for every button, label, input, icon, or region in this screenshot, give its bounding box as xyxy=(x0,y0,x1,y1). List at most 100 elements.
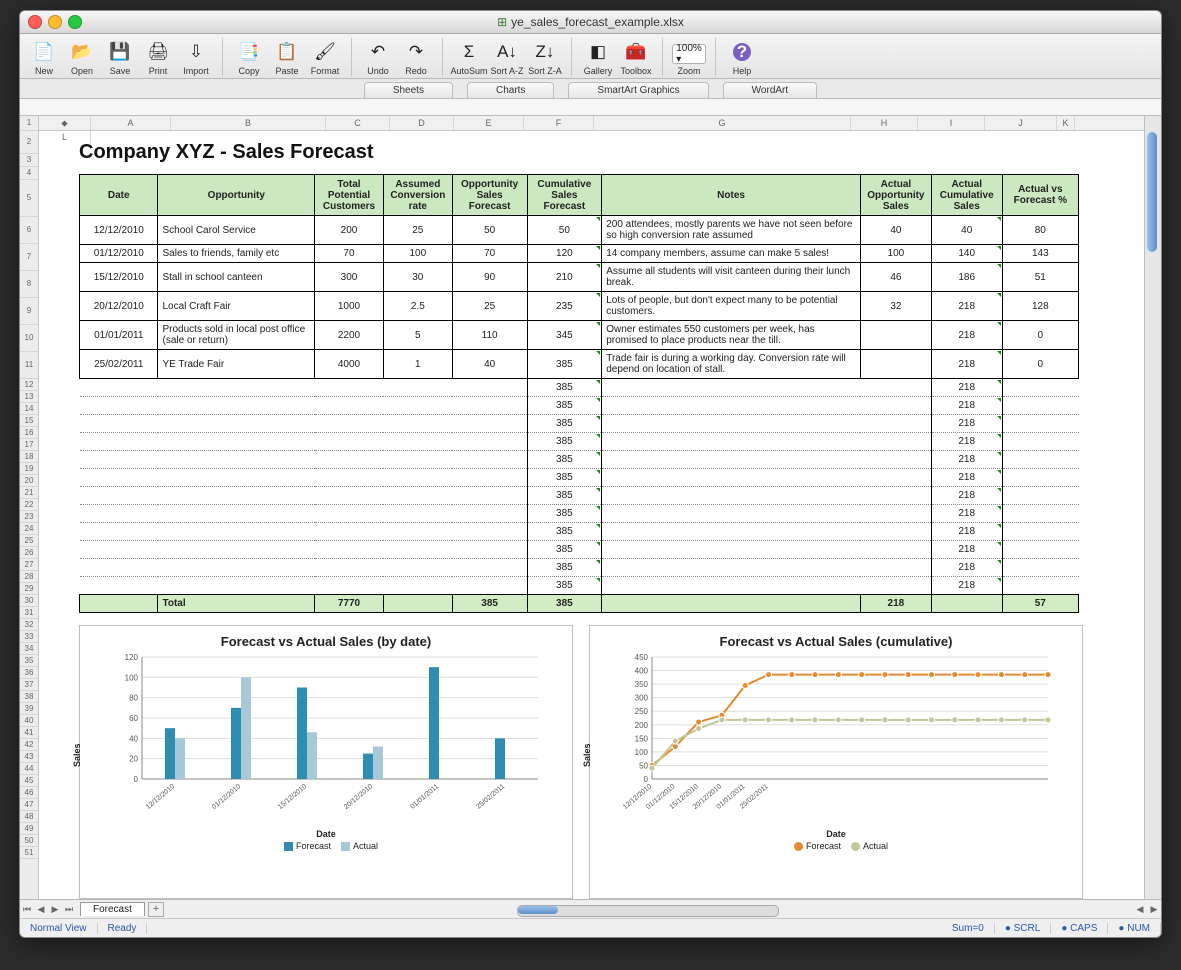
col-total-potential-customers[interactable]: Total Potential Customers xyxy=(315,175,384,216)
svg-text:25/02/2011: 25/02/2011 xyxy=(475,783,506,811)
table-row[interactable]: 385218 xyxy=(80,577,1079,595)
table-row[interactable]: 385218 xyxy=(80,541,1079,559)
col-actual-opportunity-sales[interactable]: Actual Opportunity Sales xyxy=(860,175,931,216)
save-button[interactable]: 💾Save xyxy=(102,39,138,76)
svg-text:20/12/2010: 20/12/2010 xyxy=(343,783,374,811)
tab-nav-last[interactable]: ⏭ xyxy=(62,904,76,915)
chart-forecast-vs-actual-cumulative[interactable]: Forecast vs Actual Sales (cumulative) Sa… xyxy=(589,625,1083,899)
svg-text:100: 100 xyxy=(635,748,649,757)
ribbon-tab-charts[interactable]: Charts xyxy=(467,82,554,98)
table-row[interactable]: 385218 xyxy=(80,487,1079,505)
svg-text:350: 350 xyxy=(635,680,649,689)
status-ready: Ready xyxy=(98,923,148,934)
table-row[interactable]: 12/12/2010School Carol Service2002550502… xyxy=(80,216,1079,245)
autosum-button[interactable]: ΣAutoSum xyxy=(451,39,487,76)
ribbon-tab-wordart[interactable]: WordArt xyxy=(723,82,818,98)
col-assumed-conversion-rate[interactable]: Assumed Conversion rate xyxy=(383,175,452,216)
sort-a-z-button[interactable]: A↓Sort A-Z xyxy=(489,39,525,76)
table-row[interactable]: 385218 xyxy=(80,523,1079,541)
vertical-scrollbar[interactable] xyxy=(1144,116,1161,899)
x-axis-label: Date xyxy=(86,829,566,839)
svg-text:12/12/2010: 12/12/2010 xyxy=(145,783,176,811)
table-row[interactable]: 385218 xyxy=(80,379,1079,397)
table-row[interactable]: 385218 xyxy=(80,415,1079,433)
svg-text:400: 400 xyxy=(635,667,649,676)
status-scrl: ● SCRL xyxy=(995,923,1052,934)
table-row[interactable]: 385218 xyxy=(80,505,1079,523)
view-mode[interactable]: Normal View xyxy=(20,923,98,934)
tab-nav-first[interactable]: ⏮ xyxy=(20,904,34,915)
chart-forecast-vs-actual-by-date[interactable]: Forecast vs Actual Sales (by date) Sales… xyxy=(79,625,573,899)
tab-nav-prev[interactable]: ◀ xyxy=(34,904,48,915)
table-row[interactable]: 20/12/2010Local Craft Fair10002.525235Lo… xyxy=(80,292,1079,321)
column-headers[interactable]: ⬥ABCDEFGHIJKL xyxy=(39,116,1144,131)
table-row[interactable]: 385218 xyxy=(80,559,1079,577)
table-row[interactable]: 385218 xyxy=(80,451,1079,469)
copy-button[interactable]: 📑Copy xyxy=(231,39,267,76)
open-button[interactable]: 📂Open xyxy=(64,39,100,76)
table-row[interactable]: 25/02/2011YE Trade Fair4000140385Trade f… xyxy=(80,350,1079,379)
svg-text:100: 100 xyxy=(125,673,139,682)
chart-legend: ForecastActual xyxy=(596,841,1076,851)
table-row[interactable]: 385218 xyxy=(80,433,1079,451)
format-button[interactable]: 🖌Format xyxy=(307,39,343,76)
col-opportunity-sales-forecast[interactable]: Opportunity Sales Forecast xyxy=(452,175,527,216)
table-row[interactable]: 01/12/2010Sales to friends, family etc70… xyxy=(80,245,1079,263)
table-row[interactable]: 385218 xyxy=(80,469,1079,487)
paste-button[interactable]: 📋Paste xyxy=(269,39,305,76)
forecast-table[interactable]: DateOpportunityTotal Potential Customers… xyxy=(79,174,1079,613)
col-notes[interactable]: Notes xyxy=(602,175,861,216)
gallery-button[interactable]: ◧Gallery xyxy=(580,39,616,76)
svg-text:60: 60 xyxy=(129,714,138,723)
sort-z-a-button[interactable]: Z↓Sort Z-A xyxy=(527,39,563,76)
ribbon-tabs: Sheets Charts SmartArt Graphics WordArt xyxy=(20,79,1161,99)
toolbox-button[interactable]: 🧰Toolbox xyxy=(618,39,654,76)
sheet-tab-forecast[interactable]: Forecast xyxy=(80,902,145,916)
new-sheet-button[interactable]: + xyxy=(148,902,164,917)
svg-text:450: 450 xyxy=(635,653,649,662)
sheet-tabs[interactable]: ⏮ ◀ ▶ ⏭ Forecast + ◀▶ xyxy=(20,899,1161,918)
status-sum: Sum=0 xyxy=(942,923,995,934)
svg-text:01/12/2010: 01/12/2010 xyxy=(211,783,242,811)
status-caps: ● CAPS xyxy=(1051,923,1108,934)
col-date[interactable]: Date xyxy=(80,175,158,216)
row-headers[interactable]: 1234567891011121314151617181920212223242… xyxy=(20,116,39,899)
svg-text:200: 200 xyxy=(635,721,649,730)
formula-bar[interactable] xyxy=(20,99,1161,116)
svg-text:300: 300 xyxy=(635,694,649,703)
table-row[interactable]: 01/01/2011Products sold in local post of… xyxy=(80,321,1079,350)
ribbon-tab-sheets[interactable]: Sheets xyxy=(364,82,453,98)
table-row[interactable]: 15/12/2010Stall in school canteen3003090… xyxy=(80,263,1079,292)
horizontal-scrollbar[interactable] xyxy=(164,902,1133,917)
new-button[interactable]: 📄New xyxy=(26,39,62,76)
chart-legend: ForecastActual xyxy=(86,841,566,851)
svg-text:40: 40 xyxy=(129,734,138,743)
status-bar: Normal View Ready Sum=0 ● SCRL ● CAPS ● … xyxy=(20,918,1161,937)
undo-button[interactable]: ↶Undo xyxy=(360,39,396,76)
svg-text:01/01/2011: 01/01/2011 xyxy=(409,783,440,811)
import-button[interactable]: ⇩Import xyxy=(178,39,214,76)
x-axis-label: Date xyxy=(596,829,1076,839)
col-actual-vs-forecast-[interactable]: Actual vs Forecast % xyxy=(1002,175,1078,216)
zoom-button[interactable]: 100% ▾Zoom xyxy=(671,39,707,76)
print-button[interactable]: 🖨Print xyxy=(140,39,176,76)
page-title: Company XYZ - Sales Forecast xyxy=(79,141,1134,164)
col-cumulative-sales-forecast[interactable]: Cumulative Sales Forecast xyxy=(527,175,602,216)
tab-nav-next[interactable]: ▶ xyxy=(48,904,62,915)
total-row[interactable]: Total777038538521857 xyxy=(80,595,1079,613)
svg-text:0: 0 xyxy=(644,775,649,784)
help-button[interactable]: ?Help xyxy=(724,39,760,76)
ribbon-tab-smartart-graphics[interactable]: SmartArt Graphics xyxy=(568,82,708,98)
col-opportunity[interactable]: Opportunity xyxy=(158,175,315,216)
col-actual-cumulative-sales[interactable]: Actual Cumulative Sales xyxy=(931,175,1002,216)
svg-text:15/12/2010: 15/12/2010 xyxy=(277,783,308,811)
y-axis-label: Sales xyxy=(72,743,82,767)
status-num: ● NUM xyxy=(1108,923,1161,934)
redo-button[interactable]: ↷Redo xyxy=(398,39,434,76)
svg-text:20: 20 xyxy=(129,755,138,764)
window-title: ⊞ye_sales_forecast_example.xlsx xyxy=(20,15,1161,29)
svg-text:80: 80 xyxy=(129,694,138,703)
table-row[interactable]: 385218 xyxy=(80,397,1079,415)
y-axis-label: Sales xyxy=(582,743,592,767)
titlebar: ⊞ye_sales_forecast_example.xlsx xyxy=(20,11,1161,34)
